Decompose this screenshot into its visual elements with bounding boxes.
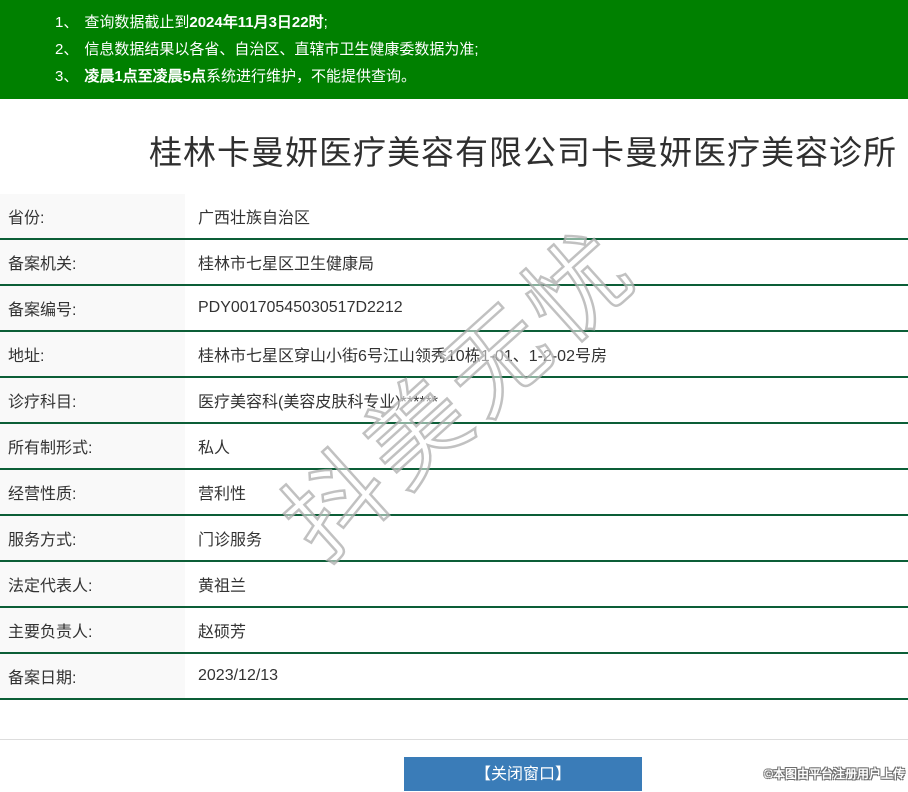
row-value: 广西壮族自治区 bbox=[198, 210, 311, 227]
bottom-divider bbox=[0, 700, 908, 740]
notice-number: 1、 bbox=[55, 14, 79, 31]
row-label: 所有制形式: bbox=[0, 424, 185, 468]
row-value: 营利性 bbox=[198, 486, 247, 503]
row-label: 服务方式: bbox=[0, 516, 185, 560]
row-value: 桂林市七星区穿山小街6号江山领秀10栋1-01、1-2-02号房 bbox=[198, 348, 607, 365]
table-row: 备案日期: 2023/12/13 bbox=[0, 654, 908, 700]
notice-text: 系统进行维护，不能提供查询。 bbox=[206, 68, 417, 85]
row-label: 法定代表人: bbox=[0, 562, 185, 606]
row-label: 诊疗科目: bbox=[0, 378, 185, 422]
notice-text: 查询数据截止到 bbox=[84, 14, 190, 31]
notice-number: 3、 bbox=[55, 68, 79, 85]
row-value: 门诊服务 bbox=[198, 532, 263, 549]
row-label: 备案机关: bbox=[0, 240, 185, 284]
notice-line-2: 2、 信息数据结果以各省、自治区、直辖市卫生健康委数据为准; bbox=[55, 36, 898, 63]
row-label: 经营性质: bbox=[0, 470, 185, 514]
table-row: 法定代表人: 黄祖兰 bbox=[0, 562, 908, 608]
table-row: 经营性质: 营利性 bbox=[0, 470, 908, 516]
table-row: 备案编号: PDY00170545030517D2212 bbox=[0, 286, 908, 332]
row-value: 赵硕芳 bbox=[198, 624, 247, 641]
row-value: 医疗美容科(美容皮肤科专业)****** bbox=[198, 394, 439, 411]
table-row: 主要负责人: 赵硕芳 bbox=[0, 608, 908, 654]
content-area: 桂林卡曼妍医疗美容有限公司卡曼妍医疗美容诊所 省份: 广西壮族自治区 备案机关:… bbox=[0, 99, 908, 791]
table-row: 诊疗科目: 医疗美容科(美容皮肤科专业)****** bbox=[0, 378, 908, 424]
row-label: 备案日期: bbox=[0, 654, 185, 698]
table-row: 省份: 广西壮族自治区 bbox=[0, 194, 908, 240]
row-value: 黄祖兰 bbox=[198, 578, 247, 595]
notice-line-3: 3、 凌晨1点至凌晨5点系统进行维护，不能提供查询。 bbox=[55, 63, 898, 90]
notice-text: ; bbox=[323, 14, 328, 31]
page-title: 桂林卡曼妍医疗美容有限公司卡曼妍医疗美容诊所 bbox=[149, 134, 897, 171]
copyright-watermark: ©本图由平台注册用户上传 bbox=[764, 767, 905, 781]
table-row: 地址: 桂林市七星区穿山小街6号江山领秀10栋1-01、1-2-02号房 bbox=[0, 332, 908, 378]
row-value: 私人 bbox=[198, 440, 231, 457]
row-label: 地址: bbox=[0, 332, 185, 376]
notice-text-bold: 2024年11月3日22时 bbox=[189, 14, 324, 31]
notice-text-bold: 凌晨1点至凌晨5点 bbox=[84, 68, 207, 85]
row-label: 备案编号: bbox=[0, 286, 185, 330]
record-info-table: 省份: 广西壮族自治区 备案机关: 桂林市七星区卫生健康局 备案编号: PDY0… bbox=[0, 194, 908, 700]
table-row: 服务方式: 门诊服务 bbox=[0, 516, 908, 562]
table-row: 所有制形式: 私人 bbox=[0, 424, 908, 470]
notice-number: 2、 bbox=[55, 41, 79, 58]
notice-bar: 1、 查询数据截止到2024年11月3日22时; 2、 信息数据结果以各省、自治区、… bbox=[0, 0, 908, 99]
row-label: 省份: bbox=[0, 194, 185, 238]
row-value: 2023/12/13 bbox=[198, 667, 279, 684]
notice-line-1: 1、 查询数据截止到2024年11月3日22时; bbox=[55, 9, 898, 36]
row-label: 主要负责人: bbox=[0, 608, 185, 652]
close-window-button[interactable]: 【关闭窗口】 bbox=[404, 757, 642, 791]
row-value: PDY00170545030517D2212 bbox=[198, 299, 403, 316]
table-row: 备案机关: 桂林市七星区卫生健康局 bbox=[0, 240, 908, 286]
notice-text: 信息数据结果以各省、自治区、直辖市卫生健康委数据为准; bbox=[84, 41, 479, 58]
row-value: 桂林市七星区卫生健康局 bbox=[198, 256, 375, 273]
